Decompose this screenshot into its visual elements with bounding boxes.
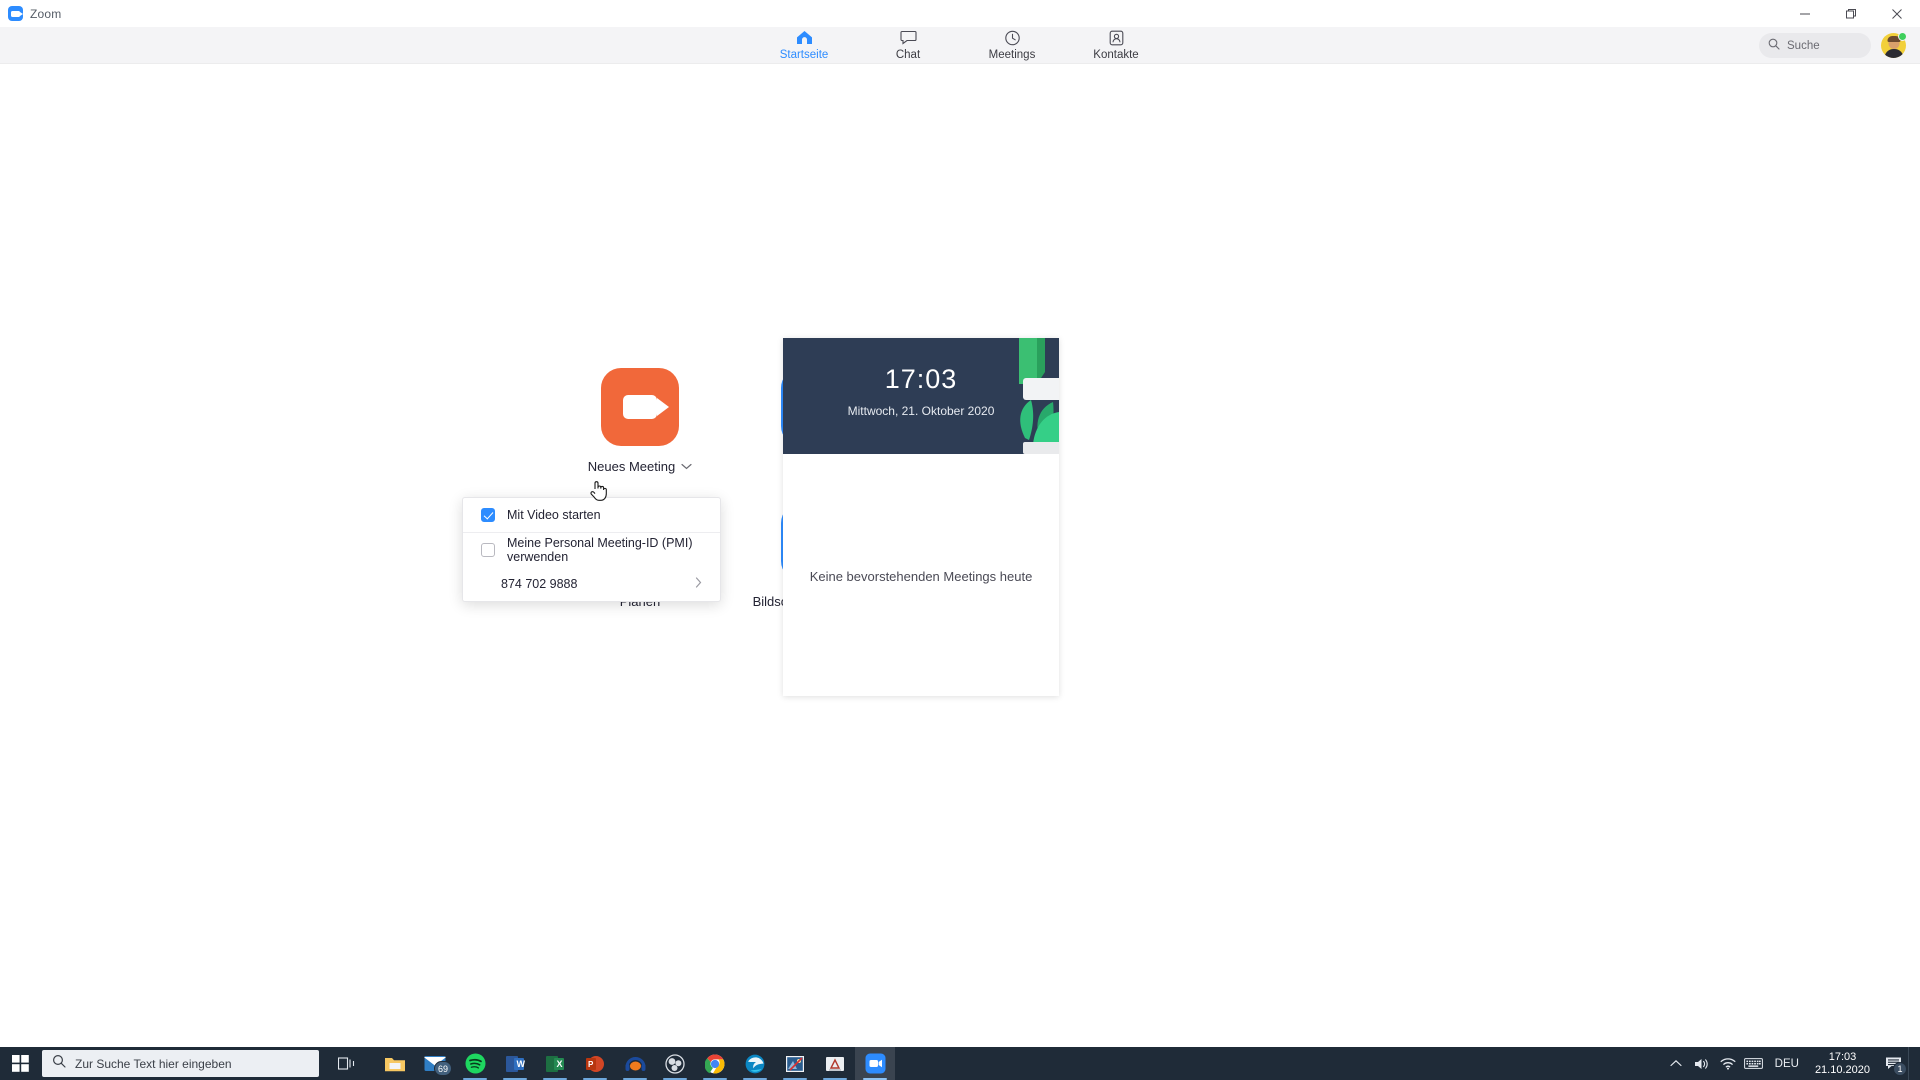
search-icon xyxy=(1768,37,1780,55)
new-meeting-button[interactable]: Neues Meeting xyxy=(565,368,715,503)
notification-icon[interactable]: 1 xyxy=(1878,1047,1908,1080)
current-date: Mittwoch, 21. Oktober 2020 xyxy=(847,404,995,418)
windows-start-icon[interactable] xyxy=(0,1047,40,1080)
task-view-icon[interactable] xyxy=(327,1047,367,1080)
checkbox-unchecked-icon[interactable] xyxy=(481,543,495,557)
taskbar-icon-powerpoint[interactable]: P xyxy=(575,1047,615,1080)
tab-startseite[interactable]: Startseite xyxy=(768,28,840,62)
clock-icon xyxy=(1004,29,1021,46)
no-meetings-message: Keine bevorstehenden Meetings heute xyxy=(809,569,1033,584)
current-time: 17:03 xyxy=(884,364,958,394)
taskbar-icon-excel[interactable]: X xyxy=(535,1047,575,1080)
taskbar-date: 21.10.2020 xyxy=(1814,1063,1870,1076)
taskbar-icon-spotify[interactable] xyxy=(455,1047,495,1080)
title-bar: Zoom xyxy=(0,0,1920,27)
taskbar-icon-chrome[interactable] xyxy=(695,1047,735,1080)
upcoming-meetings-card: 17:03 Mittwoch, 21. Oktober 2020 Keine b… xyxy=(783,338,1059,696)
tab-label: Startseite xyxy=(779,49,829,61)
tab-kontakte[interactable]: Kontakte xyxy=(1080,28,1152,62)
contact-card-icon xyxy=(1109,29,1124,46)
search-input[interactable]: Suche xyxy=(1759,33,1871,58)
svg-text:X: X xyxy=(557,1059,563,1069)
plant-illustration xyxy=(1019,338,1059,454)
mail-badge-count: 69 xyxy=(433,1061,452,1076)
keyboard-icon[interactable] xyxy=(1741,1047,1767,1080)
windows-taskbar: Zur Suche Text hier eingeben 69 W X P DE… xyxy=(0,1047,1920,1080)
tab-chat[interactable]: Chat xyxy=(872,28,944,62)
system-tray: DEU 17:03 21.10.2020 1 xyxy=(1663,1047,1920,1080)
home-stage: Neues Meeting Beitreten xyxy=(0,64,1920,1047)
wifi-icon[interactable] xyxy=(1715,1047,1741,1080)
pmi-number-label: 874 702 9888 xyxy=(501,577,578,591)
taskbar-icon-obs-studio[interactable] xyxy=(655,1047,695,1080)
main-navigation-bar: Startseite Chat Meetings Kontakte xyxy=(0,27,1920,64)
checkbox-checked-icon[interactable] xyxy=(481,508,495,522)
taskbar-clock[interactable]: 17:03 21.10.2020 xyxy=(1807,1051,1878,1077)
taskbar-icon-photo-editor[interactable] xyxy=(775,1047,815,1080)
taskbar-icon-snipping-tool[interactable] xyxy=(815,1047,855,1080)
chevron-right-icon[interactable] xyxy=(695,577,702,591)
maximize-restore-icon[interactable] xyxy=(1828,0,1874,27)
tab-meetings[interactable]: Meetings xyxy=(976,28,1048,62)
window-title: Zoom xyxy=(30,6,62,21)
show-desktop-button[interactable] xyxy=(1908,1047,1916,1080)
chevron-down-icon[interactable] xyxy=(681,463,692,470)
taskbar-icon-audacity[interactable] xyxy=(615,1047,655,1080)
taskbar-icon-file-explorer[interactable] xyxy=(375,1047,415,1080)
close-icon[interactable] xyxy=(1874,0,1920,27)
chevron-up-icon[interactable] xyxy=(1663,1047,1689,1080)
speaker-icon[interactable] xyxy=(1689,1047,1715,1080)
menu-item-label: Mit Video starten xyxy=(507,508,601,522)
clock-hero: 17:03 Mittwoch, 21. Oktober 2020 xyxy=(783,338,1059,454)
tab-label: Chat xyxy=(895,49,921,61)
tab-label: Meetings xyxy=(988,49,1036,61)
notification-badge-count: 1 xyxy=(1893,1062,1907,1076)
window-controls xyxy=(1782,0,1920,27)
taskbar-icon-zoom[interactable] xyxy=(855,1047,895,1080)
zoom-application-window: Zoom Startseite Chat Meetings Kontakte S… xyxy=(0,0,1920,1080)
home-icon xyxy=(796,29,813,46)
svg-text:W: W xyxy=(517,1059,526,1069)
avatar[interactable] xyxy=(1881,32,1907,58)
action-label-text: Neues Meeting xyxy=(587,459,676,474)
menu-item-use-pmi[interactable]: Meine Personal Meeting-ID (PMI) verwende… xyxy=(463,533,720,567)
taskbar-icon-mail[interactable]: 69 xyxy=(415,1047,455,1080)
taskbar-search-placeholder: Zur Suche Text hier eingeben xyxy=(75,1056,232,1071)
menu-item-start-with-video[interactable]: Mit Video starten xyxy=(463,498,720,532)
taskbar-time: 17:03 xyxy=(1828,1050,1857,1063)
search-icon xyxy=(52,1054,66,1073)
tab-label: Kontakte xyxy=(1093,49,1139,61)
new-meeting-label: Neues Meeting xyxy=(588,459,692,474)
taskbar-apps: 69 W X P xyxy=(375,1047,895,1080)
language-indicator[interactable]: DEU xyxy=(1767,1058,1807,1070)
nav-right-cluster: Suche xyxy=(1759,27,1907,64)
video-camera-icon xyxy=(601,368,679,446)
menu-item-label: Meine Personal Meeting-ID (PMI) verwende… xyxy=(507,536,693,564)
taskbar-search-input[interactable]: Zur Suche Text hier eingeben xyxy=(42,1050,319,1077)
new-meeting-dropdown-menu: Mit Video starten Meine Personal Meeting… xyxy=(462,497,721,602)
taskbar-icon-word[interactable]: W xyxy=(495,1047,535,1080)
search-placeholder: Suche xyxy=(1787,39,1820,52)
menu-item-pmi-number[interactable]: 874 702 9888 xyxy=(463,567,720,601)
svg-text:P: P xyxy=(588,1060,594,1069)
chat-bubble-icon xyxy=(899,29,917,46)
nav-tabs: Startseite Chat Meetings Kontakte xyxy=(768,28,1152,62)
taskbar-icon-edge[interactable] xyxy=(735,1047,775,1080)
status-badge xyxy=(1898,32,1907,41)
zoom-camera-icon xyxy=(8,6,23,21)
minimize-icon[interactable] xyxy=(1782,0,1828,27)
